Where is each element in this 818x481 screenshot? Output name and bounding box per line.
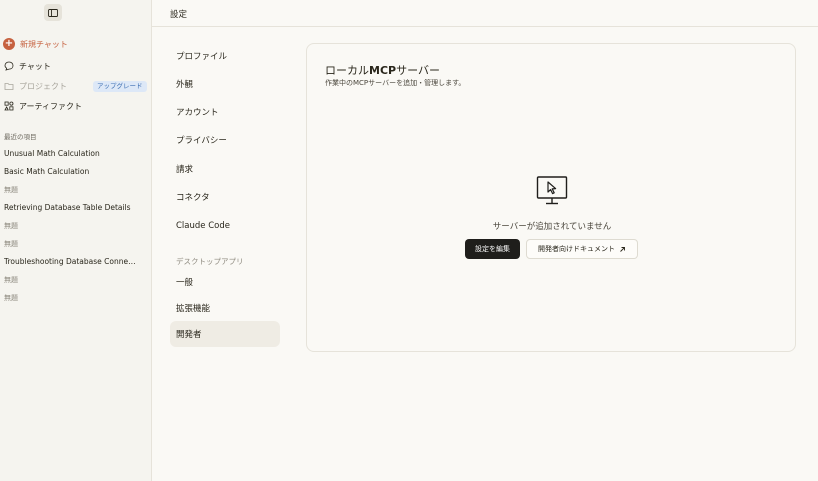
artifacts-icon bbox=[3, 101, 14, 112]
settings-nav-claude-code[interactable]: Claude Code bbox=[170, 213, 280, 239]
recent-chat-item[interactable]: 無題 bbox=[4, 221, 144, 231]
developer-docs-label: 開発者向けドキュメント bbox=[538, 245, 615, 253]
edit-config-button[interactable]: 設定を編集 bbox=[465, 239, 520, 259]
folder-icon bbox=[3, 81, 14, 92]
local-mcp-servers-card: ローカルMCPサーバー 作業中のMCPサーバーを追加・管理します。 サーバーが追… bbox=[306, 43, 796, 352]
recent-chat-item[interactable]: Retrieving Database Table Details bbox=[4, 203, 144, 212]
sidebar-item-label: チャット bbox=[19, 61, 51, 71]
recent-chat-item[interactable]: Troubleshooting Database Connection bbox=[4, 257, 136, 266]
settings-nav-section-desktop: デスクトップアプリ bbox=[176, 257, 244, 266]
plus-icon: + bbox=[3, 38, 15, 50]
recent-heading: 最近の項目 bbox=[4, 133, 37, 141]
upgrade-badge[interactable]: アップグレード bbox=[93, 81, 147, 92]
settings-nav-profile[interactable]: プロファイル bbox=[170, 43, 280, 69]
sidebar-toggle-icon bbox=[48, 8, 58, 17]
card-subtitle: 作業中のMCPサーバーを追加・管理します。 bbox=[325, 79, 466, 87]
new-chat-label: 新規チャット bbox=[20, 39, 68, 49]
settings-nav-developer[interactable]: 開発者 bbox=[170, 321, 280, 347]
sidebar-item-label: プロジェクト bbox=[19, 81, 67, 91]
external-link-icon bbox=[620, 246, 625, 252]
monitor-cursor-icon bbox=[536, 176, 568, 205]
recent-chat-item[interactable]: Unusual Math Calculation bbox=[4, 149, 144, 158]
sidebar-item-label: アーティファクト bbox=[19, 101, 83, 111]
top-bar: 設定 bbox=[152, 0, 818, 27]
settings-nav-connectors[interactable]: コネクタ bbox=[170, 184, 280, 210]
sidebar: + 新規チャット チャット プロジェクト アップグレード アーティファクト 最近… bbox=[0, 0, 152, 481]
settings-nav-privacy[interactable]: プライバシー bbox=[170, 127, 280, 153]
settings-nav-account[interactable]: アカウント bbox=[170, 99, 280, 125]
sidebar-item-artifacts[interactable]: アーティファクト bbox=[3, 99, 82, 113]
edit-config-label: 設定を編集 bbox=[475, 245, 510, 253]
page-title: 設定 bbox=[170, 10, 188, 20]
sidebar-item-projects[interactable]: プロジェクト bbox=[3, 79, 67, 93]
developer-docs-button[interactable]: 開発者向けドキュメント bbox=[526, 239, 638, 259]
empty-state-message: サーバーが追加されていません bbox=[492, 222, 612, 232]
sidebar-item-chat[interactable]: チャット bbox=[3, 59, 51, 73]
card-title: ローカルMCPサーバー bbox=[325, 64, 440, 77]
recent-chat-item[interactable]: 無題 bbox=[4, 275, 144, 285]
chat-bubble-icon bbox=[3, 61, 14, 72]
settings-nav-general[interactable]: 一般 bbox=[170, 269, 280, 295]
recent-chat-item[interactable]: 無題 bbox=[4, 185, 144, 195]
settings-nav-appearance[interactable]: 外観 bbox=[170, 71, 280, 97]
new-chat-button[interactable]: + 新規チャット bbox=[3, 37, 68, 51]
recent-chat-item[interactable]: Basic Math Calculation bbox=[4, 167, 144, 176]
settings-nav-extensions[interactable]: 拡張機能 bbox=[170, 295, 280, 321]
settings-nav-billing[interactable]: 請求 bbox=[170, 156, 280, 182]
sidebar-toggle-button[interactable] bbox=[44, 4, 62, 21]
recent-chat-item[interactable]: 無題 bbox=[4, 239, 144, 249]
recent-chat-item[interactable]: 無題 bbox=[4, 293, 144, 303]
